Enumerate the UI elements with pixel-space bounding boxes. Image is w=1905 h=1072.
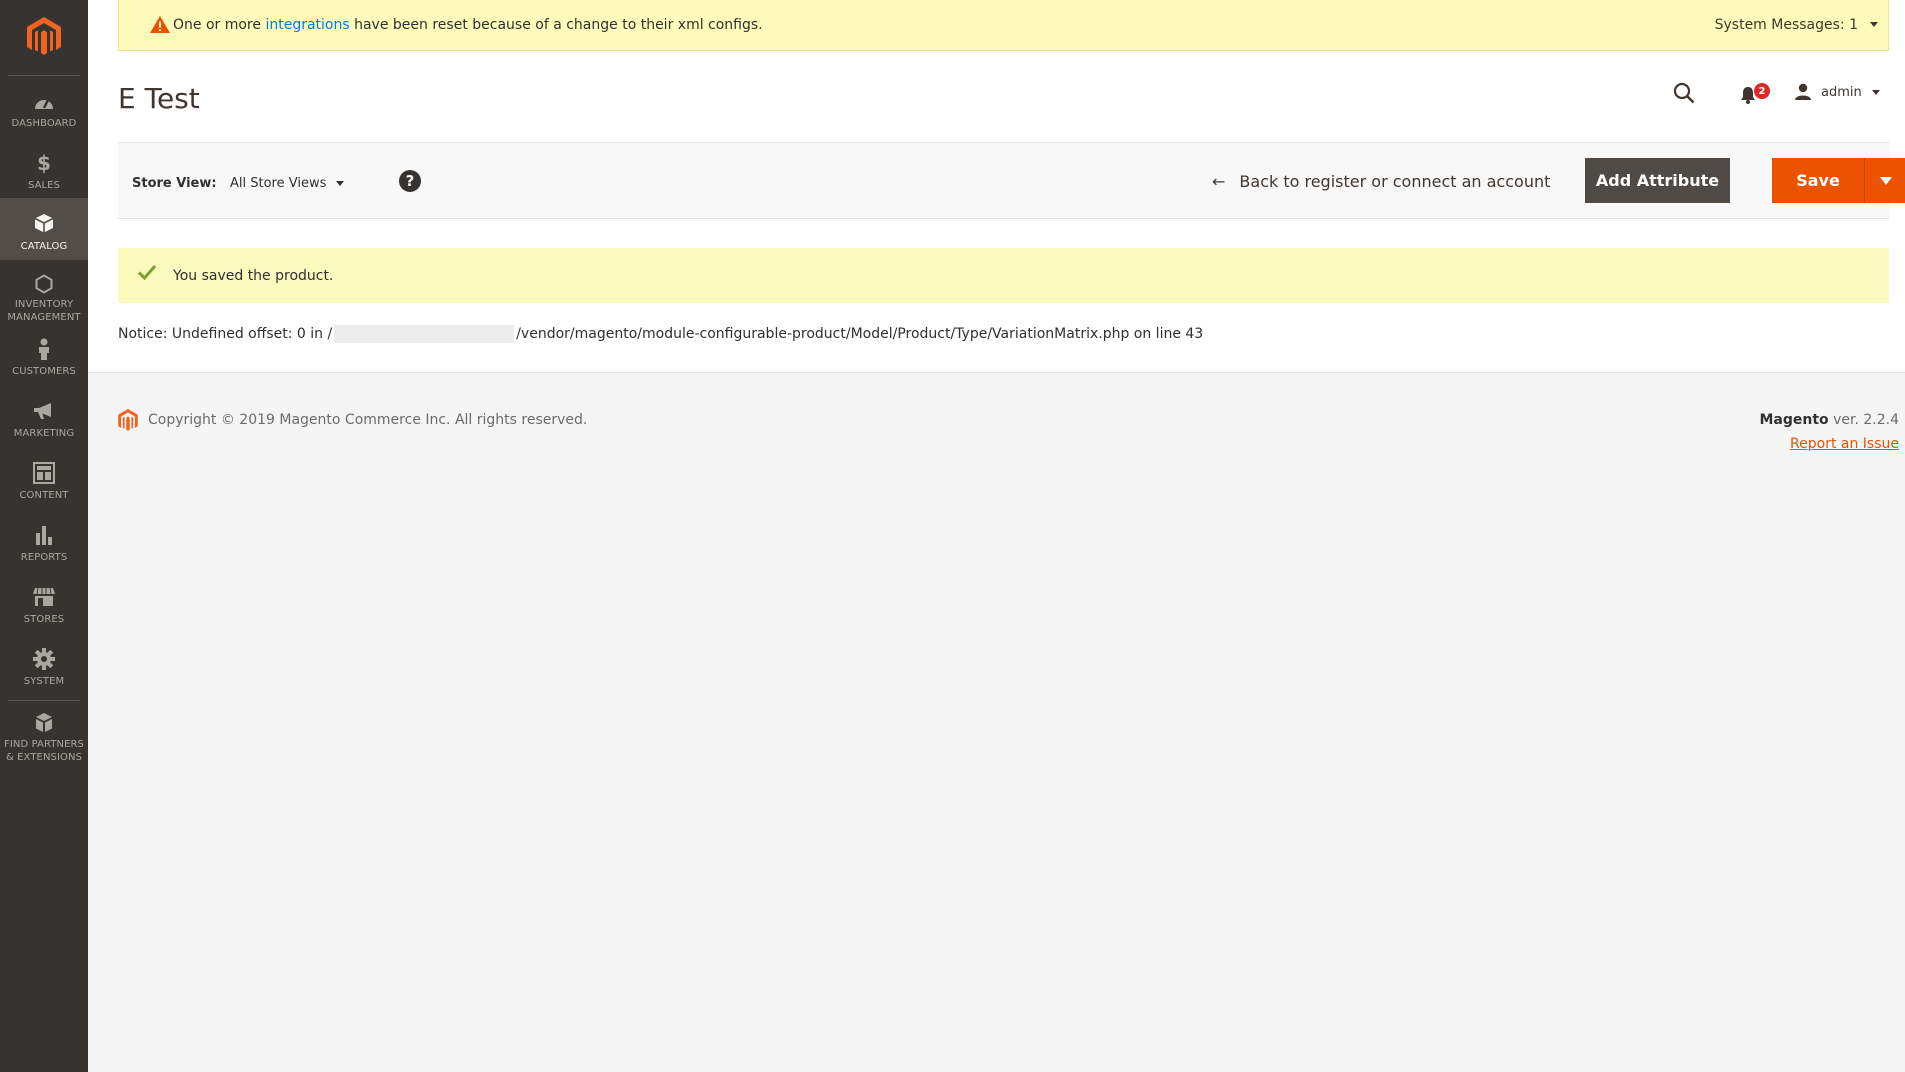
chevron-down-icon [1871, 89, 1880, 95]
nav-content-label: CONTENT [19, 490, 69, 501]
checkmark-icon [137, 264, 157, 284]
nav-sales-label: SALES [27, 180, 61, 191]
success-message: You saved the product. [118, 248, 1889, 303]
search-button[interactable] [1673, 82, 1695, 108]
nav-stores[interactable]: STORES [0, 584, 88, 626]
nav-customers-label: CUSTOMERS [12, 366, 76, 377]
dashboard-gauge-icon [33, 90, 55, 113]
gear-icon [33, 646, 55, 671]
search-icon [1673, 82, 1695, 104]
admin-user-menu[interactable]: admin [1794, 83, 1880, 101]
nav-dashboard[interactable]: DASHBOARD [0, 90, 88, 130]
user-icon [1795, 83, 1811, 100]
footer-magento-logo-icon [118, 409, 138, 436]
nav-dashboard-label: DASHBOARD [11, 118, 77, 129]
magento-logo-icon [27, 17, 61, 55]
nav-find-partners-label-line1: FIND PARTNERS [3, 739, 85, 750]
nav-reports-label: REPORTS [20, 552, 68, 563]
page-actions-toolbar: Store View: All Store Views ? ← Back to … [118, 142, 1905, 219]
chevron-down-icon [1879, 176, 1892, 185]
cubes-icon [32, 712, 56, 734]
nav-inventory-label-line1: INVENTORY [14, 299, 74, 310]
magento-logo[interactable] [0, 0, 88, 74]
footer-divider [88, 372, 1905, 373]
store-view-switcher[interactable]: All Store Views [230, 176, 345, 191]
footer-version-number: ver. 2.2.4 [1828, 412, 1899, 428]
admin-sidebar: DASHBOARD $ SALES CATALOG INVENTORY MANA… [0, 0, 88, 1072]
system-messages-dropdown[interactable]: System Messages: 1 [1715, 0, 1878, 49]
help-icon[interactable]: ? [399, 170, 421, 192]
notice-text-before: Notice: Undefined offset: 0 in / [118, 326, 333, 342]
redacted-path [334, 325, 515, 343]
nav-system-label: SYSTEM [23, 676, 65, 687]
save-button[interactable]: Save [1772, 158, 1864, 203]
nav-stores-label: STORES [23, 614, 65, 625]
warning-icon [149, 15, 171, 38]
box-icon [34, 210, 54, 236]
system-message-text-before: One or more [173, 17, 266, 33]
back-to-register-link[interactable]: ← Back to register or connect an account [1212, 169, 1550, 193]
store-view-value: All Store Views [230, 176, 327, 191]
bar-chart-icon [34, 522, 54, 547]
integrations-link[interactable]: integrations [265, 17, 349, 33]
notice-text-after: /vendor/magento/module-configurable-prod… [516, 326, 1204, 342]
system-message-bar: One or more integrations have been reset… [118, 0, 1889, 51]
logo-divider [8, 75, 80, 76]
footer-version: Magento ver. 2.2.4 [1759, 412, 1899, 428]
nav-sales[interactable]: $ SALES [0, 150, 88, 192]
nav-marketing[interactable]: MARKETING [0, 398, 88, 440]
notification-count-badge: 2 [1754, 83, 1770, 99]
nav-customers[interactable]: CUSTOMERS [0, 336, 88, 378]
footer-copyright: Copyright © 2019 Magento Commerce Inc. A… [148, 412, 588, 428]
save-options-toggle[interactable] [1864, 158, 1905, 203]
footer-brand: Magento [1759, 412, 1829, 428]
nav-divider [8, 700, 80, 701]
report-issue-link[interactable]: Report an Issue [1790, 436, 1899, 452]
nav-catalog-label: CATALOG [20, 241, 68, 252]
main-content: One or more integrations have been reset… [88, 0, 1905, 1072]
store-view-label: Store View: [132, 176, 217, 191]
add-attribute-button[interactable]: Add Attribute [1585, 158, 1730, 203]
system-message-text: One or more integrations have been reset… [173, 17, 763, 33]
nav-find-partners-label-line2: & EXTENSIONS [5, 752, 83, 763]
dollar-icon: $ [37, 150, 51, 175]
chevron-down-icon [1870, 22, 1878, 27]
chevron-down-icon [336, 181, 345, 186]
success-message-text: You saved the product. [173, 267, 334, 284]
back-link-label: Back to register or connect an account [1239, 171, 1551, 191]
nav-content[interactable]: CONTENT [0, 460, 88, 502]
nav-inventory-label-line2: MANAGEMENT [7, 312, 81, 323]
nav-system[interactable]: SYSTEM [0, 646, 88, 688]
admin-username: admin [1821, 84, 1862, 100]
megaphone-icon [33, 398, 55, 423]
nav-find-partners[interactable]: FIND PARTNERS & EXTENSIONS [0, 712, 88, 764]
layout-icon [33, 460, 55, 485]
hexagon-icon [35, 274, 53, 294]
storefront-icon [32, 584, 56, 609]
nav-inventory-management[interactable]: INVENTORY MANAGEMENT [0, 274, 88, 324]
person-icon [37, 336, 51, 361]
nav-marketing-label: MARKETING [13, 428, 75, 439]
nav-catalog[interactable]: CATALOG [0, 198, 88, 260]
arrow-left-icon: ← [1212, 171, 1226, 191]
page-title: E Test [118, 82, 200, 115]
system-messages-count: System Messages: 1 [1714, 16, 1858, 33]
nav-reports[interactable]: REPORTS [0, 522, 88, 564]
php-notice: Notice: Undefined offset: 0 in / /vendor… [118, 325, 1203, 343]
system-message-text-after: have been reset because of a change to t… [349, 17, 763, 33]
